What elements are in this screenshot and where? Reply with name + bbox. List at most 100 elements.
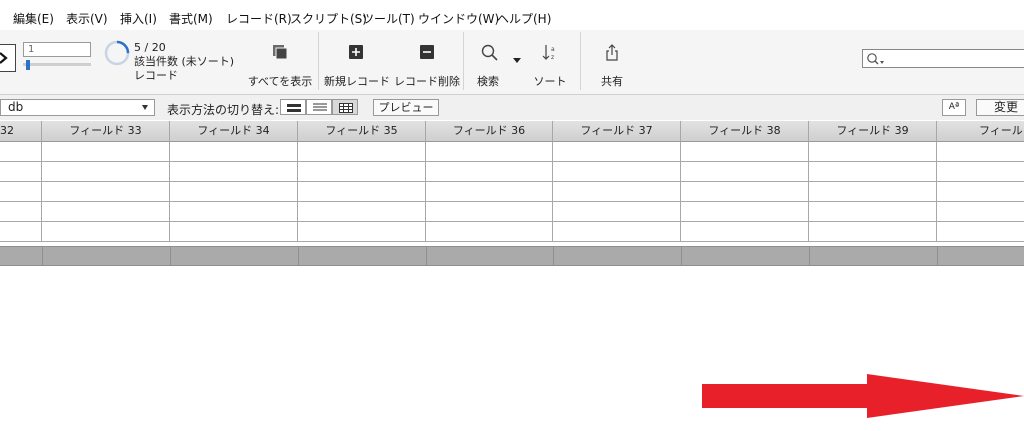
status-toolbar: 1 5 / 20 該当件数 (未ソート) レコード すべてを表示 新規レコード … — [0, 30, 1024, 95]
table-cell[interactable] — [681, 202, 809, 222]
table-cell[interactable] — [809, 222, 937, 242]
delete-record-label: レコード削除 — [394, 75, 460, 88]
table-cell[interactable] — [809, 162, 937, 182]
menu-scripts[interactable]: スクリプト(S) — [290, 10, 367, 27]
record-number-input[interactable]: 1 — [23, 42, 91, 57]
red-arrow-annotation — [702, 374, 1024, 418]
column-header[interactable]: フィールド 38 — [681, 121, 809, 142]
plus-icon — [349, 45, 363, 59]
table-cell[interactable] — [553, 162, 681, 182]
record-slider[interactable] — [23, 60, 91, 70]
show-all-button[interactable]: すべてを表示 — [246, 36, 314, 90]
svg-text:z: z — [551, 54, 554, 61]
new-record-button[interactable]: 新規レコード — [324, 36, 390, 90]
table-cell[interactable] — [937, 202, 1024, 222]
table-cell[interactable] — [170, 182, 298, 202]
records-label: レコード — [134, 69, 178, 82]
find-button[interactable]: 検索 — [470, 36, 521, 90]
column-header[interactable]: フィールド 33 — [42, 121, 170, 142]
menu-insert[interactable]: 挿入(I) — [120, 10, 157, 27]
table-cell[interactable] — [426, 222, 553, 242]
view-as-list-button[interactable] — [306, 99, 332, 115]
table-cell[interactable] — [553, 202, 681, 222]
table-cell[interactable] — [553, 222, 681, 242]
column-header[interactable]: フィールド 37 — [553, 121, 681, 142]
table-cell[interactable] — [937, 142, 1024, 162]
next-record-button[interactable] — [0, 44, 16, 72]
table-cell[interactable] — [42, 142, 170, 162]
menu-records[interactable]: レコード(R) — [226, 10, 292, 27]
menu-help[interactable]: ヘルプ(H) — [497, 10, 551, 27]
table-cell[interactable] — [426, 162, 553, 182]
table-cell[interactable] — [681, 222, 809, 242]
table-cell[interactable] — [937, 182, 1024, 202]
found-set-pie-icon — [104, 40, 130, 66]
column-header[interactable]: フィールド 34 — [170, 121, 298, 142]
footer-divider — [809, 247, 810, 265]
menu-format[interactable]: 書式(M) — [169, 10, 213, 27]
table-cell[interactable] — [42, 222, 170, 242]
table-cell[interactable] — [170, 202, 298, 222]
column-header[interactable]: フィールド 4 — [937, 121, 1024, 142]
table-cell[interactable] — [809, 182, 937, 202]
table-cell[interactable] — [681, 182, 809, 202]
table-cell[interactable] — [809, 142, 937, 162]
edit-layout-button[interactable]: 変更 — [976, 99, 1024, 116]
column-header[interactable]: フィールド 39 — [809, 121, 937, 142]
view-as-table-button[interactable] — [332, 99, 358, 115]
delete-record-button[interactable]: レコード削除 — [394, 36, 460, 90]
table-cell[interactable] — [42, 182, 170, 202]
layout-select[interactable]: db — [0, 99, 155, 116]
footer-divider — [298, 247, 299, 265]
column-header[interactable]: フィールド 36 — [426, 121, 553, 142]
column-header[interactable]: フィールド 35 — [298, 121, 426, 142]
table-cell[interactable] — [170, 222, 298, 242]
table-cell[interactable] — [426, 182, 553, 202]
table-cell[interactable] — [0, 222, 42, 242]
table-cell[interactable] — [42, 202, 170, 222]
find-dropdown-icon[interactable] — [513, 58, 521, 64]
record-slider-thumb[interactable] — [26, 60, 30, 70]
table-cell[interactable] — [298, 202, 426, 222]
table-cell[interactable] — [681, 142, 809, 162]
menu-edit[interactable]: 編集(E) — [13, 10, 54, 27]
table-cell[interactable] — [42, 162, 170, 182]
table-cell[interactable] — [553, 182, 681, 202]
table-cell[interactable] — [298, 162, 426, 182]
footer-divider — [553, 247, 554, 265]
view-as-form-button[interactable] — [280, 99, 306, 115]
show-all-icon — [273, 45, 288, 60]
table-cell[interactable] — [0, 202, 42, 222]
table-cell[interactable] — [553, 142, 681, 162]
table-cell[interactable] — [426, 202, 553, 222]
table-cell[interactable] — [170, 162, 298, 182]
footer-divider — [42, 247, 43, 265]
table-cell[interactable] — [298, 142, 426, 162]
table-cell[interactable] — [298, 222, 426, 242]
menu-tools[interactable]: ツール(T) — [362, 10, 415, 27]
quick-find-input[interactable] — [862, 49, 1024, 68]
table-cell[interactable] — [170, 142, 298, 162]
chevron-down-icon — [142, 105, 148, 110]
sort-button[interactable]: a z ソート — [530, 36, 570, 90]
new-record-label: 新規レコード — [324, 75, 390, 88]
table-cell[interactable] — [298, 182, 426, 202]
table-cell[interactable] — [937, 162, 1024, 182]
table-cell[interactable] — [0, 142, 42, 162]
form-view-icon — [287, 104, 301, 112]
footer-divider — [937, 247, 938, 265]
table-cell[interactable] — [681, 162, 809, 182]
table-cell[interactable] — [937, 222, 1024, 242]
text-formatting-button[interactable]: Aª — [942, 99, 966, 116]
column-header[interactable]: 32 — [0, 121, 42, 142]
table-cell[interactable] — [0, 182, 42, 202]
table-cell[interactable] — [809, 202, 937, 222]
share-button[interactable]: 共有 — [592, 36, 632, 90]
menu-window[interactable]: ウインドウ(W) — [418, 10, 499, 27]
menu-bar: 編集(E) 表示(V) 挿入(I) 書式(M) レコード(R) スクリプト(S)… — [0, 0, 1024, 30]
preview-button[interactable]: プレビュー — [373, 99, 439, 116]
table-cell[interactable] — [0, 162, 42, 182]
table-cell[interactable] — [426, 142, 553, 162]
menu-view[interactable]: 表示(V) — [66, 10, 108, 27]
list-view-icon — [313, 103, 327, 111]
